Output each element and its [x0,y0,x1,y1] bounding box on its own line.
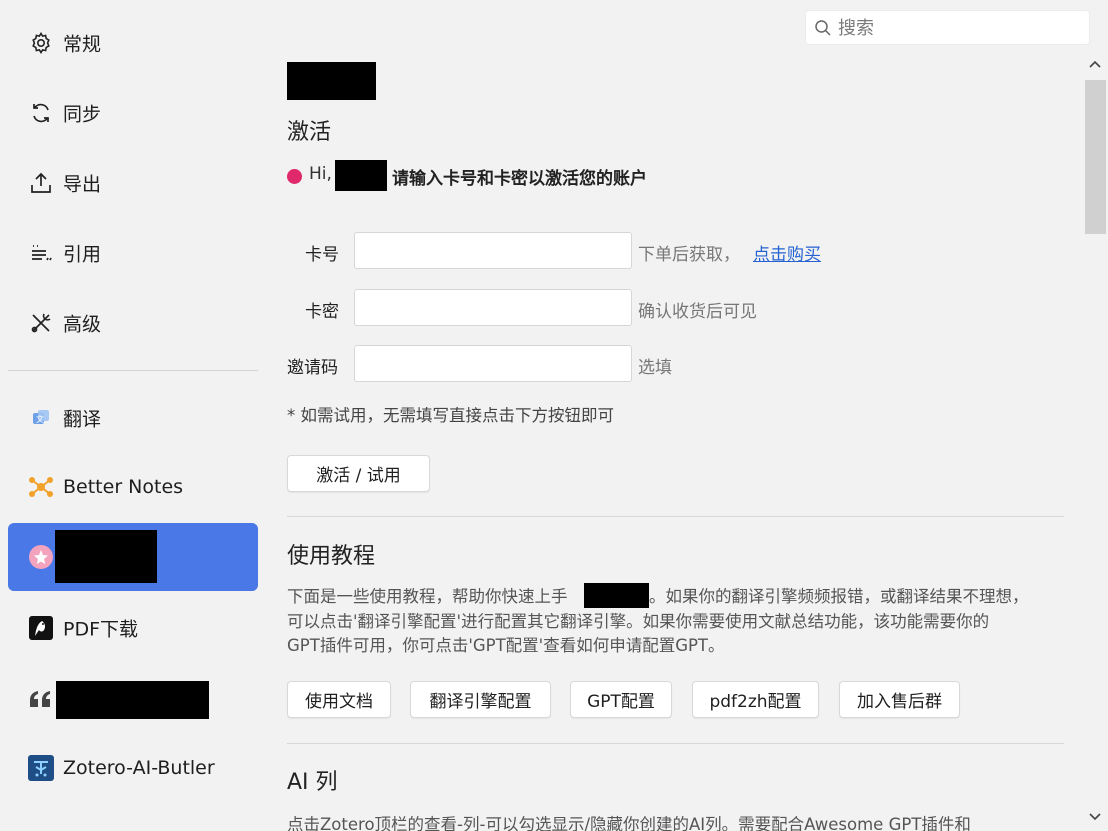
sidebar-item-label: Zotero-AI-Butler [63,757,215,779]
ai-column-text: 点击Zotero顶栏的查看-列-可以勾选显示/隐藏你创建的AI列。需要配合Awe… [287,815,971,831]
tutorial-title: 使用教程 [287,544,376,569]
activation-message: 请输入卡号和卡密以激活您的账户 [392,169,647,189]
gear-icon [28,30,54,56]
sidebar-divider [8,370,258,371]
sidebar-item-translate[interactable]: 文 翻译 [8,384,258,452]
activate-trial-button[interactable]: 激活 / 试用 [287,455,430,492]
redacted-label [55,530,157,583]
sidebar-item-better-notes[interactable]: Better Notes [8,453,258,521]
sidebar-item-label: Better Notes [63,476,184,498]
pdf2zh-config-button[interactable]: pdf2zh配置 [692,681,819,718]
tutorial-line-1b: 。如果你的翻译引擎频频报错，或翻译结果不理想， [649,587,1029,606]
sidebar-item-export[interactable]: 导出 [8,149,258,217]
invite-code-label: 邀请码 [287,358,338,378]
better-notes-icon [28,474,54,500]
sidebar-item-general[interactable]: 常规 [8,9,258,77]
sidebar-item-label: 导出 [63,173,102,196]
sidebar-item-label: 翻译 [63,408,102,431]
docs-button[interactable]: 使用文档 [287,681,391,718]
svg-text:文: 文 [36,414,44,424]
redacted-plugin-name [584,583,649,608]
export-icon [28,170,54,196]
card-number-input[interactable] [354,232,632,269]
invite-code-hint: 选填 [638,358,672,378]
pdf-download-icon [28,615,54,641]
sidebar-item-active-plugin[interactable] [8,523,258,591]
card-number-label: 卡号 [305,245,339,265]
invite-code-input[interactable] [354,345,632,382]
redacted-logo [287,62,376,100]
scroll-up-icon[interactable] [1087,57,1103,73]
sidebar-item-ai-butler[interactable]: Zotero-AI-Butler [8,734,258,802]
sidebar-item-advanced[interactable]: 高级 [8,289,258,357]
sidebar-item-label: 常规 [63,33,102,56]
sidebar-item-cite[interactable]: 引用 [8,219,258,287]
sidebar: 常规 同步 导出 引用 高级 文 翻译 Better Notes PDF下载 Z… [0,0,268,831]
card-secret-label: 卡密 [305,302,339,322]
join-support-group-button[interactable]: 加入售后群 [839,681,960,718]
sidebar-item-label: PDF下载 [63,618,139,641]
gpt-config-button[interactable]: GPT配置 [570,681,672,718]
quote-icon [28,686,54,712]
activation-title: 激活 [287,120,332,145]
main-content: 激活 Hi, 请输入卡号和卡密以激活您的账户 卡号 下单后获取， 点击购买 卡密… [287,0,1067,831]
section-divider [287,743,1064,744]
sidebar-item-label: 引用 [63,243,102,266]
tutorial-line-2: 可以点击'翻译引擎配置'进行配置其它翻译引擎。如果你需要使用文献总结功能，该功能… [287,612,990,631]
card-number-hint: 下单后获取， [638,245,740,265]
cite-icon [28,240,54,266]
plugin-icon [28,544,54,570]
sidebar-item-sync[interactable]: 同步 [8,79,258,147]
ai-column-title: AI 列 [287,770,338,795]
tutorial-line-3: GPT插件可用，你可点击'GPT配置'查看如何申请配置GPT。 [287,636,725,655]
redacted-label [56,681,209,719]
buy-link[interactable]: 点击购买 [753,240,821,265]
tools-icon [28,310,54,336]
scrollbar-thumb[interactable] [1085,80,1106,234]
translate-icon: 文 [28,405,54,431]
sidebar-item-pdf-download[interactable]: PDF下载 [8,594,258,662]
redacted-username [335,160,387,191]
trial-note: * 如需试用，无需填写直接点击下方按钮即可 [287,406,614,425]
sidebar-item-quote-plugin[interactable] [8,665,258,733]
sync-icon [28,100,54,126]
ai-butler-icon [28,755,54,781]
sidebar-item-label: 高级 [63,313,102,336]
tutorial-line-1a: 下面是一些使用教程，帮助你快速上手 [287,587,568,606]
sidebar-item-label: 同步 [63,103,102,126]
card-secret-hint: 确认收货后可见 [638,302,757,322]
scroll-down-icon[interactable] [1087,808,1103,824]
translate-engine-config-button[interactable]: 翻译引擎配置 [410,681,551,718]
status-dot [287,169,302,184]
greeting-text: Hi, [309,164,332,184]
card-secret-input[interactable] [354,289,632,326]
section-divider [287,516,1064,517]
